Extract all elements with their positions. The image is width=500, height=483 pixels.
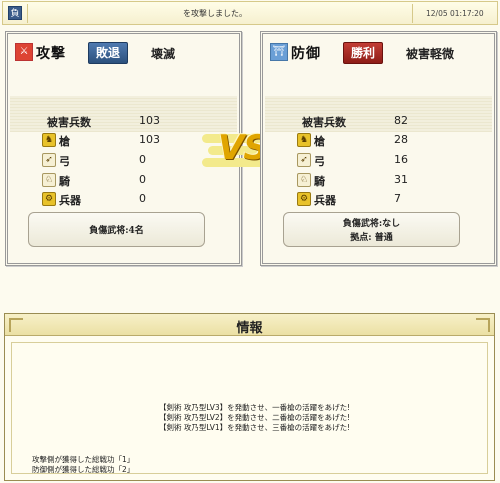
unit-name: 兵器 [59, 194, 81, 207]
unit-value: 0 [139, 192, 146, 205]
defeat-badge-icon: 負 [8, 6, 22, 20]
horse-icon: ♘ [297, 173, 311, 187]
info-section: 情報 【剣術 攻乃型LV3】を発動させ、一番槍の活躍をあげた! 【剣術 攻乃型L… [4, 313, 495, 481]
report-message: を攻撃しました。 [183, 9, 247, 18]
divider [412, 4, 413, 23]
unit-value: 0 [139, 173, 146, 186]
report-timestamp: 12/05 01:17:20 [426, 9, 484, 18]
defender-panel: ⛩ 防御 勝利 被害軽微 被害兵数 82 ♞ 槍 28 ➶ 弓 16 ♘ 騎 3… [260, 31, 497, 266]
unit-row-siege: ⚙ 兵器 0 [42, 191, 222, 209]
unit-name: 騎 [314, 175, 325, 188]
injured-generals-box: 負傷武将:4名 [28, 212, 205, 247]
unit-value: 31 [394, 173, 408, 186]
victory-badge: 勝利 [343, 42, 383, 64]
siege-weapon-icon: ⚙ [297, 192, 311, 206]
info-body: 【剣術 攻乃型LV3】を発動させ、一番槍の活躍をあげた! 【剣術 攻乃型LV2】… [11, 342, 488, 474]
defender-role-label: 防御 [291, 46, 321, 62]
casualties-value: 82 [394, 114, 408, 127]
unit-name: 騎 [59, 175, 70, 188]
casualties-value: 103 [139, 114, 160, 127]
unit-name: 弓 [314, 155, 325, 168]
unit-value: 28 [394, 133, 408, 146]
unit-value: 16 [394, 153, 408, 166]
bow-icon: ➶ [42, 153, 56, 167]
base-status-text: 拠点: 普通 [350, 233, 393, 243]
unit-row-cavalry: ♘ 騎 31 [297, 172, 477, 190]
unit-name: 兵器 [314, 194, 336, 207]
unit-row-bow: ➶ 弓 0 [42, 152, 222, 170]
unit-value: 103 [139, 133, 160, 146]
divider [27, 4, 28, 23]
unit-row-spear: ♞ 槍 28 [297, 132, 477, 150]
unit-name: 槍 [59, 135, 70, 148]
spear-icon: ♞ [42, 133, 56, 147]
unit-name: 弓 [59, 155, 70, 168]
defender-outcome: 被害軽微 [406, 47, 455, 61]
injured-generals-text: 負傷武将:4名 [89, 226, 144, 236]
defeat-badge: 敗退 [88, 42, 128, 64]
merit-summary: 防御側が獲得した総戦功「2」 [32, 465, 135, 474]
unit-row-cavalry: ♘ 騎 0 [42, 172, 222, 190]
unit-value: 0 [139, 153, 146, 166]
crossed-swords-icon: ⚔ [15, 43, 33, 61]
unit-row-bow: ➶ 弓 16 [297, 152, 477, 170]
bow-icon: ➶ [297, 153, 311, 167]
casualties-label: 被害兵数 [302, 116, 346, 129]
defender-status-box: 負傷武将:なし 拠点: 普通 [283, 212, 460, 247]
unit-row-siege: ⚙ 兵器 7 [297, 191, 477, 209]
spear-icon: ♞ [297, 133, 311, 147]
attacker-outcome: 壊滅 [151, 47, 176, 61]
battle-report-header: 負 を攻撃しました。 12/05 01:17:20 [2, 1, 498, 25]
info-title: 情報 [236, 321, 263, 336]
stripe-band [265, 96, 492, 132]
castle-icon: ⛩ [270, 43, 288, 61]
casualties-label: 被害兵数 [47, 116, 91, 129]
horse-icon: ♘ [42, 173, 56, 187]
info-header: 情報 [5, 314, 494, 336]
unit-name: 槍 [314, 135, 325, 148]
siege-weapon-icon: ⚙ [42, 192, 56, 206]
attacker-role-label: 攻撃 [36, 46, 66, 62]
skill-message: 【剣術 攻乃型LV1】を発動させ、三番槍の活躍をあげた! [159, 423, 351, 432]
unit-row-spear: ♞ 槍 103 [42, 132, 222, 150]
injured-generals-text: 負傷武将:なし [342, 219, 401, 229]
unit-value: 7 [394, 192, 401, 205]
